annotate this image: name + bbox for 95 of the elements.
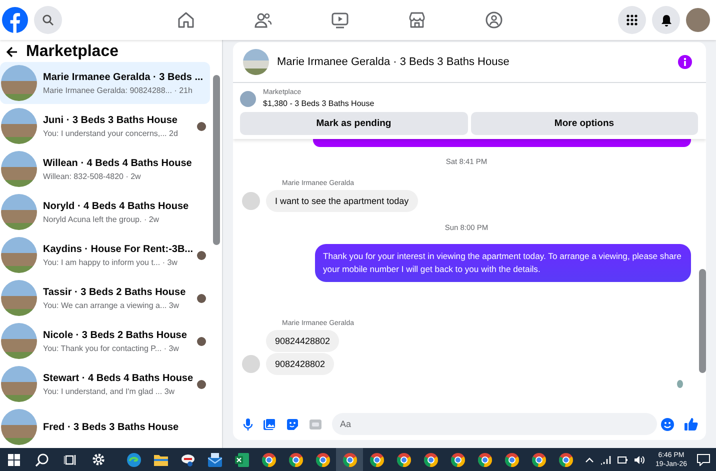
conversation-item[interactable]: Fred · 3 Beds 3 Baths House <box>0 406 210 448</box>
conversation-preview: Willean: 832-508-4820 · 2w <box>43 172 142 180</box>
network-icon[interactable] <box>600 454 612 464</box>
listing-thumbnail <box>1 108 37 144</box>
conversation-item[interactable]: Noryld · 4 Beds 4 Baths House Noryld Acuna left the group. · 2w <box>0 191 210 233</box>
message-bubble: Thank you for your interest in viewing the apartment today. To arrange a viewing, please share your mobile number I will get back to you with the details. <box>315 244 691 282</box>
browser-icon <box>288 452 302 466</box>
bell-icon <box>660 14 672 26</box>
browser-icon <box>478 452 492 466</box>
browser-icon <box>532 452 546 466</box>
search-icon[interactable] <box>35 452 49 466</box>
listing-thumbnail <box>1 65 37 101</box>
browser-icon <box>396 452 410 466</box>
conversation-item[interactable]: Stewart · 4 Beds 4 Baths House You: I understand, and I'm glad ... 3w <box>0 363 210 405</box>
groups-icon[interactable] <box>485 11 503 29</box>
search-button[interactable] <box>34 6 62 34</box>
info-icon[interactable] <box>678 55 692 69</box>
conversation-item[interactable]: Tassir · 3 Beds 2 Baths House You: We can arrange a viewing a... 3w <box>0 277 210 319</box>
sidebar-title: Marketplace <box>26 42 118 60</box>
conversation-preview: You: I understand, and I'm glad ... 3w <box>43 386 176 396</box>
spreadsheet-icon <box>234 452 248 466</box>
notifications-button[interactable] <box>652 6 680 34</box>
listing-thumbnail <box>1 151 37 187</box>
friends-icon[interactable] <box>254 11 272 29</box>
browser-icon <box>342 452 356 466</box>
conversation-item[interactable]: Kaydins · House For Rent:-3B... You: I am happy to inform you t... · 3w <box>0 234 210 276</box>
listing-thumbnail <box>1 194 37 230</box>
browser-icon <box>370 452 384 466</box>
message-bubble: 90824428802 <box>266 330 340 352</box>
listing-thumbnail <box>243 49 269 75</box>
chat-title: Marie Irmanee Geralda · 3 Beds 3 Baths House <box>277 56 510 68</box>
message-input[interactable]: Aa <box>332 413 657 435</box>
message-bubble: I want to see the apartment today <box>266 190 418 212</box>
thumbs-up-icon[interactable] <box>684 417 698 431</box>
browser-icon <box>424 452 438 466</box>
conversation-preview: You: We can arrange a viewing a... 3w <box>43 300 180 310</box>
photo-icon[interactable] <box>263 418 276 430</box>
back-arrow-icon[interactable] <box>6 46 18 58</box>
message-bubble: 9082428802 <box>266 353 334 375</box>
browser-icon <box>262 452 276 466</box>
chevron-up-icon[interactable] <box>585 456 594 462</box>
conversation-item[interactable]: Willean · 4 Beds 4 Baths House Willean: 832-508-4820 · 2w <box>0 148 210 190</box>
emoji-icon[interactable] <box>661 418 674 430</box>
windows-start-icon[interactable] <box>8 454 20 466</box>
conversation-preview: You: Thank you for contacting P... · 3w <box>43 344 180 352</box>
seen-avatar <box>677 380 683 388</box>
browser-icon <box>316 452 330 466</box>
action-button[interactable]: More options <box>470 112 698 135</box>
conversation-title: Tassir · 3 Beds 2 Baths House <box>43 286 187 298</box>
conversation-title: Stewart · 4 Beds 4 Baths House <box>43 372 191 384</box>
listing-thumbnail <box>1 366 37 402</box>
action-button[interactable]: Mark as pending <box>240 112 468 135</box>
logo-icon[interactable] <box>2 7 28 33</box>
conversation-title: Fred · 3 Beds 3 Baths House <box>43 422 180 432</box>
grid-icon <box>626 14 638 26</box>
task-view-icon[interactable] <box>64 454 77 466</box>
taskbar-app-button[interactable] <box>336 448 363 471</box>
conversation-preview: You: I am happy to inform you t... · 3w <box>43 258 178 266</box>
conversation-title: Kaydins · House For Rent:-3B... <box>43 244 191 254</box>
volume-icon[interactable] <box>634 454 646 464</box>
conversation-preview: Marie Irmanee Geralda: 90824288... · 21h <box>43 86 194 94</box>
listing-title: $1,380 - 3 Beds 3 Baths House <box>263 99 374 108</box>
menu-button[interactable] <box>618 6 646 34</box>
search-icon <box>42 14 54 26</box>
profile-avatar[interactable] <box>686 8 710 32</box>
browser-icon <box>126 452 140 466</box>
listing-thumbnail <box>240 90 256 106</box>
conversation-title: Willean · 4 Beds 4 Baths House <box>43 158 193 168</box>
listing-thumbnail <box>1 409 37 445</box>
conversation-title: Juni · 3 Beds 3 Baths House <box>43 114 178 126</box>
conversation-title: Nicole · 3 Beds 2 Baths House <box>43 330 188 340</box>
conversation-item[interactable]: Marie Irmanee Geralda · 3 Beds ... Marie Irmanee Geralda: 90824288... · 21h <box>0 62 210 104</box>
settings-icon[interactable] <box>92 453 105 466</box>
conversation-preview: Noryld Acuna left the group. · 2w <box>43 214 160 224</box>
home-icon[interactable] <box>177 11 195 29</box>
app-icon <box>180 452 194 466</box>
browser-icon <box>504 452 518 466</box>
battery-icon[interactable] <box>617 454 628 464</box>
folder-icon <box>154 454 168 466</box>
conversation-item[interactable]: Juni · 3 Beds 3 Baths House You: I understand your concerns,... 2d <box>0 105 210 147</box>
conversation-title: Noryld · 4 Beds 4 Baths House <box>43 200 190 212</box>
conversation-title: Marie Irmanee Geralda · 3 Beds ... <box>43 72 204 82</box>
browser-icon <box>450 452 464 466</box>
store-icon[interactable] <box>408 11 426 29</box>
listing-thumbnail <box>1 280 37 316</box>
notifications-icon[interactable] <box>697 454 710 466</box>
browser-icon <box>558 452 572 466</box>
video-icon[interactable] <box>331 11 349 29</box>
microphone-icon[interactable] <box>243 418 253 430</box>
listing-thumbnail <box>1 237 37 273</box>
mail-icon <box>208 452 222 466</box>
conversation-preview: You: I understand your concerns,... 2d <box>43 128 179 138</box>
sticker-icon[interactable] <box>286 418 299 430</box>
conversation-item[interactable]: Nicole · 3 Beds 2 Baths House You: Thank you for contacting P... · 3w <box>0 320 210 362</box>
listing-thumbnail <box>1 323 37 359</box>
